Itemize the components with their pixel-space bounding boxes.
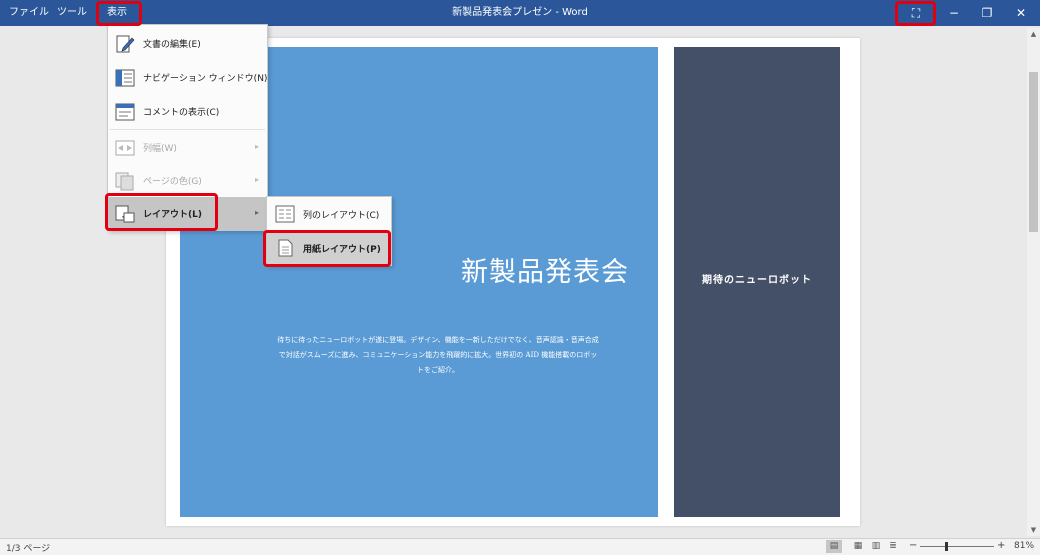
zoom-level[interactable]: 81% — [1014, 541, 1034, 551]
menu-separator — [110, 129, 265, 130]
body-line: トをご紹介。 — [417, 366, 459, 374]
body-line: で対話がスムーズに進み、コミュニケーション能力を飛躍的に拡大。世界初の AID … — [278, 351, 598, 359]
menu-file[interactable]: ファイル — [9, 0, 49, 26]
document-main-title: 新製品発表会 — [461, 257, 629, 288]
scroll-up-icon[interactable]: ▲ — [1027, 28, 1040, 40]
view-menu: 文書の編集(E) ナビゲーション ウィンドウ(N) コメントの表示(C) 列幅(… — [107, 24, 268, 231]
comment-icon — [115, 103, 135, 121]
document-body-text: 待ちに待ったニューロボットが遂に登場。デザイン、機能を一新しただけでなく、音声認… — [228, 333, 648, 378]
minimize-button[interactable]: − — [941, 2, 967, 24]
window-title: 新製品発表会プレゼン - Word — [452, 7, 588, 18]
menu-item-label: 列幅(W) — [143, 144, 177, 154]
submenu-arrow-icon: ▸ — [254, 142, 259, 151]
menu-item-edit-document[interactable]: 文書の編集(E) — [108, 27, 267, 61]
view-outline-icon[interactable]: ≣ — [885, 540, 901, 553]
edit-document-icon — [116, 35, 135, 53]
scroll-down-icon[interactable]: ▼ — [1027, 524, 1040, 536]
column-layout-icon — [275, 205, 295, 223]
title-bar: ファイル ツール 表示 新製品発表会プレゼン - Word ⛶ − ❐ ✕ — [0, 0, 1040, 26]
menu-item-show-comments[interactable]: コメントの表示(C) — [108, 95, 267, 129]
submenu-item-label: 列のレイアウト(C) — [303, 211, 380, 221]
body-line: 待ちに待ったニューロボットが遂に登場。デザイン、機能を一新しただけでなく、音声認… — [277, 336, 599, 344]
navigation-pane-icon — [115, 69, 135, 87]
layout-submenu: 列のレイアウト(C) 用紙レイアウト(P) — [266, 196, 392, 266]
menu-item-page-color[interactable]: ページの色(G) ▸ — [108, 164, 267, 198]
view-web-icon[interactable]: ▥ — [868, 540, 884, 553]
zoom-slider-track[interactable] — [920, 546, 994, 547]
vertical-scrollbar[interactable]: ▲ ▼ — [1027, 28, 1040, 536]
restore-button[interactable]: ❐ — [974, 2, 1000, 24]
menu-item-navigation-pane[interactable]: ナビゲーション ウィンドウ(N) — [108, 61, 267, 95]
column-width-icon — [115, 140, 135, 156]
page-indicator: 1/3 ページ — [6, 544, 51, 554]
page-color-icon — [115, 172, 134, 191]
zoom-in-button[interactable]: + — [997, 540, 1005, 551]
status-bar: 1/3 ページ ▤ ▦ ▥ ≣ − + 81% — [0, 538, 1040, 555]
submenu-item-paper-layout[interactable]: 用紙レイアウト(P) — [267, 232, 391, 265]
menu-item-layout[interactable]: レイアウト(L) ▸ — [108, 197, 267, 231]
menu-view[interactable]: 表示 — [107, 0, 127, 26]
view-paper-icon[interactable]: ▤ — [826, 540, 842, 553]
submenu-item-column-layout[interactable]: 列のレイアウト(C) — [267, 198, 391, 231]
view-print-icon[interactable]: ▦ — [850, 540, 866, 553]
menu-item-label: ページの色(G) — [143, 177, 202, 187]
menu-item-label: コメントの表示(C) — [143, 108, 220, 118]
menu-item-label: 文書の編集(E) — [143, 40, 201, 50]
menu-tools[interactable]: ツール — [57, 0, 87, 26]
menu-item-label: レイアウト(L) — [143, 210, 202, 220]
zoom-slider-thumb[interactable] — [945, 542, 948, 551]
submenu-arrow-icon: ▸ — [254, 175, 259, 184]
scrollbar-thumb[interactable] — [1029, 72, 1038, 232]
layout-icon — [115, 205, 135, 223]
fullscreen-button[interactable]: ⛶ — [903, 2, 929, 24]
submenu-item-label: 用紙レイアウト(P) — [303, 245, 381, 255]
document-side-title: 期待のニューロボット — [702, 275, 812, 286]
zoom-out-button[interactable]: − — [909, 540, 917, 551]
close-button[interactable]: ✕ — [1008, 2, 1034, 24]
menu-item-column-width[interactable]: 列幅(W) ▸ — [108, 131, 267, 165]
submenu-arrow-icon: ▸ — [254, 208, 259, 217]
menu-item-label: ナビゲーション ウィンドウ(N) — [143, 74, 268, 84]
paper-layout-icon — [278, 239, 293, 257]
